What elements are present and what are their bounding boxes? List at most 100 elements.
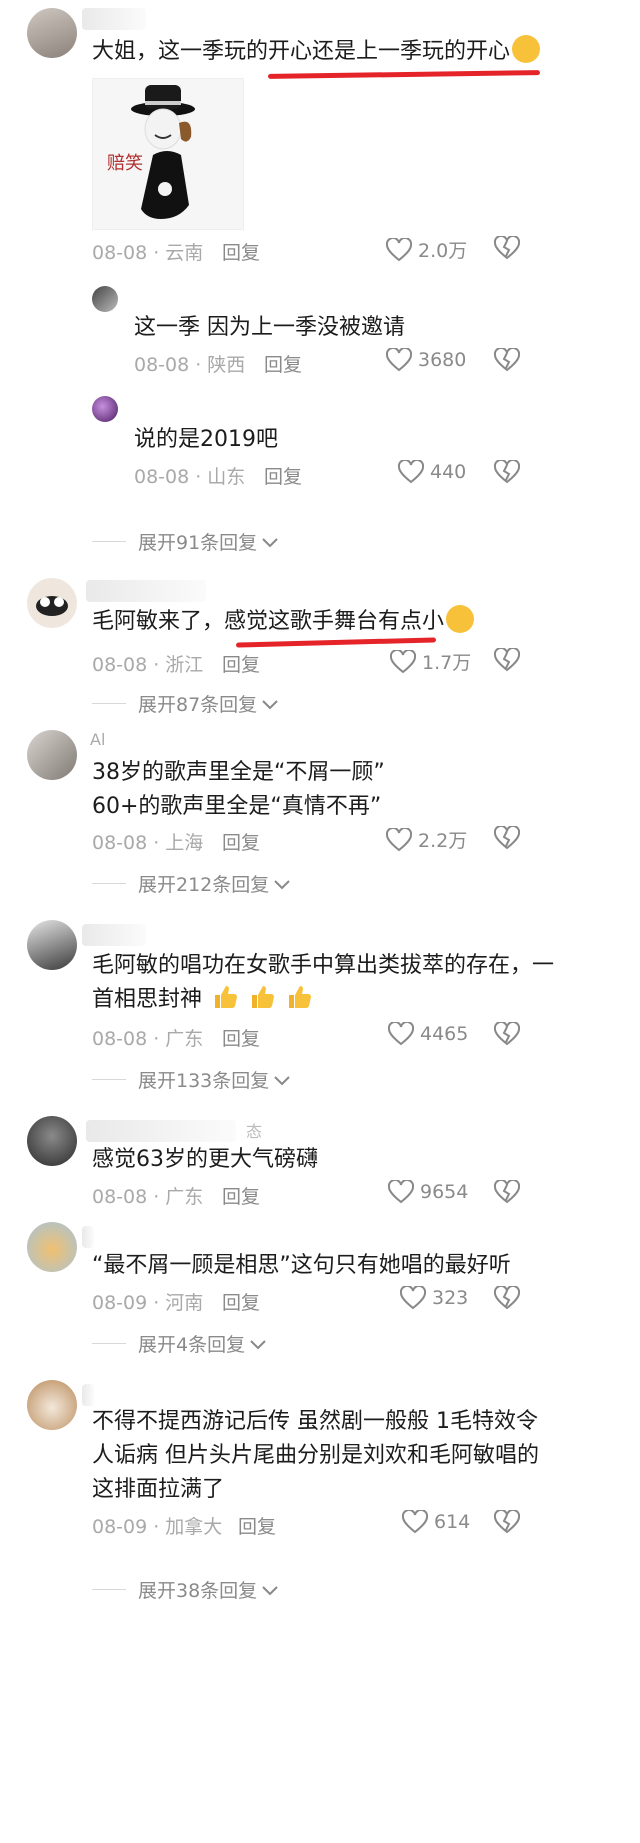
dislike-button[interactable]: [493, 346, 521, 376]
chevron-down-icon: [274, 1075, 290, 1085]
dislike-button[interactable]: [493, 1020, 521, 1050]
location: 广东: [165, 1028, 204, 1050]
avatar[interactable]: [27, 8, 77, 58]
like-count: 2.0万: [418, 240, 468, 262]
location: 广东: [165, 1186, 204, 1208]
expand-label: 展开133条回复: [138, 1070, 270, 1092]
avatar[interactable]: [27, 578, 77, 628]
reply-button[interactable]: 回复: [222, 828, 260, 855]
dislike-button[interactable]: [493, 458, 521, 488]
reply-button[interactable]: 回复: [264, 350, 302, 377]
date: 08-08: [92, 1186, 148, 1208]
reply-button[interactable]: 回复: [222, 238, 260, 265]
laughing-crying-emoji-icon: [446, 605, 475, 633]
dislike-button[interactable]: [493, 824, 521, 854]
comment-text-line: 不得不提西游记后传 虽然剧一般般 1毛特效令: [92, 1409, 538, 1434]
broken-heart-icon: [493, 646, 521, 672]
like-button[interactable]: 3680: [386, 348, 466, 372]
comment-meta: 08-08 · 广东: [92, 1186, 204, 1208]
comment-meta: 08-09 · 河南: [92, 1292, 204, 1314]
dislike-button[interactable]: [493, 234, 521, 264]
comment-text: 感觉63岁的更大气磅礴: [92, 1147, 318, 1172]
reply-button[interactable]: 回复: [238, 1512, 276, 1539]
expand-replies-button[interactable]: 展开4条回复: [92, 1330, 267, 1357]
heart-outline-icon: [386, 237, 412, 261]
like-button[interactable]: 2.0万: [386, 236, 467, 263]
date: 08-08: [92, 654, 148, 676]
location: 河南: [165, 1292, 204, 1314]
avatar[interactable]: [27, 1116, 77, 1166]
reply-text: 这一季 因为上一季没被邀请: [134, 315, 405, 340]
sticker-label: 赔笑: [107, 153, 143, 174]
reply-button[interactable]: 回复: [222, 650, 260, 677]
thumbs-up-emoji-icon: [215, 986, 238, 1008]
expand-replies-button[interactable]: 展开91条回复: [92, 528, 279, 555]
comment-text-line: 这排面拉满了: [92, 1477, 225, 1502]
expand-replies-button[interactable]: 展开38条回复: [92, 1576, 279, 1603]
date: 08-08: [92, 832, 148, 854]
location: 陕西: [207, 354, 246, 376]
expand-label: 展开38条回复: [138, 1580, 258, 1602]
like-count: 3680: [418, 349, 467, 371]
like-button[interactable]: 323: [400, 1286, 468, 1310]
heart-outline-icon: [386, 348, 412, 372]
username-blurred[interactable]: [86, 580, 206, 602]
date: 08-08: [134, 354, 190, 376]
reply-button[interactable]: 回复: [264, 462, 302, 489]
heart-outline-icon: [386, 827, 412, 851]
expand-label: 展开4条回复: [138, 1334, 246, 1356]
like-count: 2.2万: [418, 830, 468, 852]
reply-button[interactable]: 回复: [222, 1288, 260, 1315]
heart-outline-icon: [402, 1510, 428, 1534]
heart-outline-icon: [388, 1022, 414, 1046]
expand-replies-button[interactable]: 展开87条回复: [92, 690, 279, 717]
avatar[interactable]: [27, 1380, 77, 1430]
like-button[interactable]: 9654: [388, 1180, 468, 1204]
username-blurred[interactable]: [86, 1120, 236, 1142]
date: 08-09: [92, 1292, 148, 1314]
sticker-image[interactable]: 赔笑: [92, 78, 244, 230]
location: 上海: [165, 832, 204, 854]
dislike-button[interactable]: [493, 1508, 521, 1538]
like-count: 323: [432, 1287, 469, 1309]
comment-text-line: 毛阿敏的唱功在女歌手中算出类拔萃的存在，一: [92, 953, 555, 978]
like-button[interactable]: 4465: [388, 1022, 468, 1046]
divider: [92, 1343, 126, 1344]
expand-replies-button[interactable]: 展开212条回复: [92, 870, 291, 897]
like-button[interactable]: 2.2万: [386, 826, 467, 853]
chevron-down-icon: [262, 537, 278, 547]
broken-heart-icon: [493, 824, 521, 850]
dislike-button[interactable]: [493, 646, 521, 676]
reply-avatar[interactable]: [92, 286, 118, 312]
avatar[interactable]: [27, 730, 77, 780]
expand-replies-button[interactable]: 展开133条回复: [92, 1066, 291, 1093]
divider: [92, 1589, 126, 1590]
broken-heart-icon: [493, 1284, 521, 1310]
reply-avatar[interactable]: [92, 396, 118, 422]
username[interactable]: Al: [90, 730, 105, 749]
dislike-button[interactable]: [493, 1178, 521, 1208]
dislike-button[interactable]: [493, 1284, 521, 1314]
divider: [92, 703, 126, 704]
comment-text: “最不屑一顾是相思”这句只有她唱的最好听: [92, 1253, 511, 1278]
reply-button[interactable]: 回复: [222, 1024, 260, 1051]
username-blurred[interactable]: [82, 8, 146, 30]
thumbs-up-emoji-icon: [289, 986, 312, 1008]
like-button[interactable]: 440: [398, 460, 466, 484]
chevron-down-icon: [262, 1585, 278, 1595]
broken-heart-icon: [493, 458, 521, 484]
expand-label: 展开87条回复: [138, 694, 258, 716]
expand-label: 展开212条回复: [138, 874, 270, 896]
username-blurred[interactable]: [82, 924, 146, 946]
comment-text-content: 首相思封神: [92, 987, 203, 1012]
chevron-down-icon: [262, 699, 278, 709]
broken-heart-icon: [493, 1020, 521, 1046]
comment-text-content: 大姐，这一季玩的开心还是上一季玩的开心: [92, 39, 511, 64]
avatar[interactable]: [27, 1222, 77, 1272]
username-blurred[interactable]: [82, 1384, 94, 1406]
like-button[interactable]: 614: [402, 1510, 470, 1534]
username-blurred[interactable]: [82, 1226, 94, 1248]
avatar[interactable]: [27, 920, 77, 970]
reply-button[interactable]: 回复: [222, 1182, 260, 1209]
like-button[interactable]: 1.7万: [390, 648, 471, 675]
